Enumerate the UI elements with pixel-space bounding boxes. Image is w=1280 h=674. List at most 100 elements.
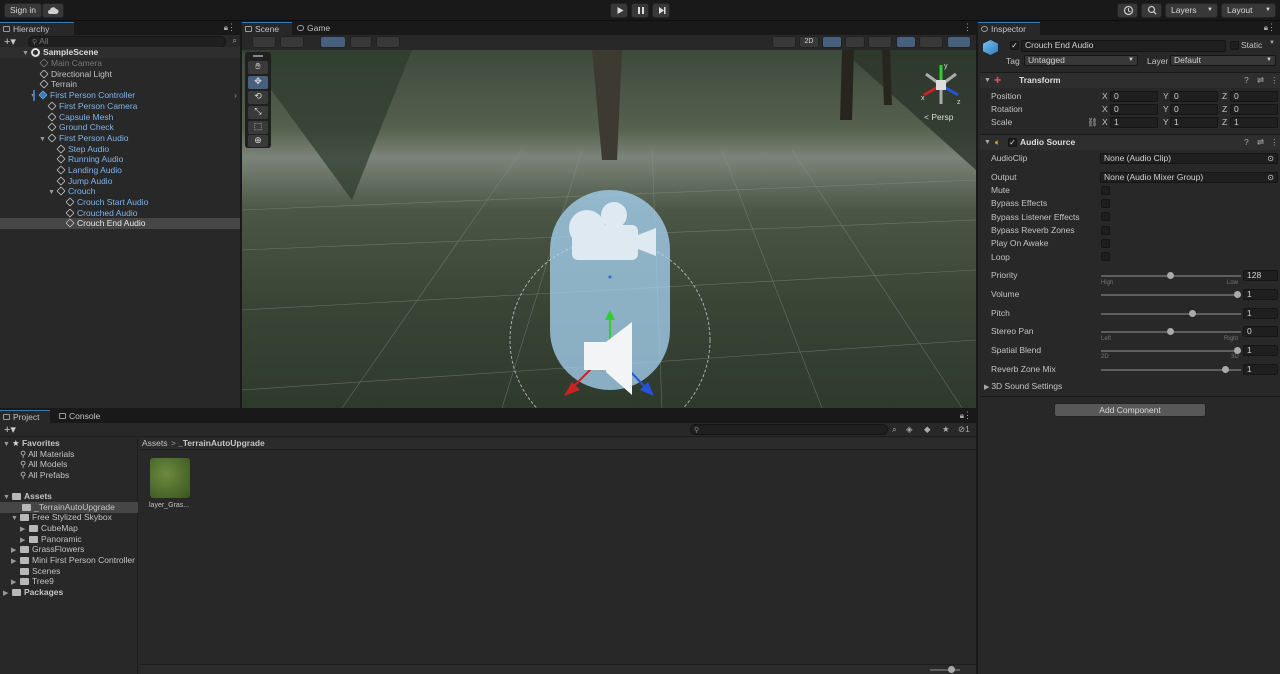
scale-y-input[interactable]: 1 — [1170, 117, 1218, 128]
hierarchy-item-first-person-audio[interactable]: ▼ First Person Audio — [39, 133, 128, 144]
increment-snap-icon[interactable] — [376, 36, 400, 48]
tab-scene[interactable]: Scene — [242, 22, 292, 35]
breadcrumb-current[interactable]: _TerrainAutoUpgrade — [178, 438, 265, 449]
label-icon[interactable]: ◆ — [924, 424, 931, 435]
step-button[interactable] — [652, 3, 670, 18]
hierarchy-item-terrain[interactable]: Terrain — [39, 79, 77, 90]
folder-tree9[interactable]: ▶ Tree9 — [11, 576, 54, 587]
tool-handle-icon[interactable] — [252, 36, 276, 48]
hierarchy-item-crouch[interactable]: ▼ Crouch — [48, 186, 95, 197]
favorite-all-models[interactable]: ⚲ All Models — [20, 459, 67, 470]
sign-in-button[interactable]: Sign in — [4, 3, 42, 18]
orientation-gizmo-icon[interactable]: x y z — [916, 60, 966, 110]
cloud-icon[interactable] — [42, 3, 64, 18]
scene-viewport[interactable]: ✋︎ ✥ ⟲ ⤡ ⬚ ⊕ x y z < Persp — [242, 50, 976, 408]
filter-type-icon[interactable]: ◈ — [906, 424, 913, 435]
loop-checkbox[interactable] — [1101, 252, 1110, 261]
bypass-reverb-zones-checkbox[interactable] — [1101, 226, 1110, 235]
breadcrumb-assets[interactable]: Assets — [142, 438, 168, 449]
grid-icon[interactable] — [320, 36, 346, 48]
folder-mini-first-person-controller[interactable]: ▶ Mini First Person Controller — [11, 555, 135, 566]
visibility-icon[interactable] — [896, 36, 916, 48]
add-icon[interactable]: +▾ — [4, 423, 16, 436]
tag-dropdown[interactable]: Untagged ▼ — [1024, 55, 1138, 66]
rotation-x-input[interactable]: 0 — [1110, 104, 1158, 115]
tab-hierarchy[interactable]: Hierarchy — [0, 22, 74, 35]
packages-folder[interactable]: ▶ Packages — [3, 587, 63, 598]
asset-label[interactable]: layer_Gras... — [149, 500, 189, 511]
output-field[interactable]: None (Audio Mixer Group) ⊙ — [1100, 172, 1278, 183]
rotate-tool-icon[interactable]: ⟲ — [248, 91, 268, 104]
folder-grassflowers[interactable]: ▶ GrassFlowers — [11, 544, 84, 555]
position-y-input[interactable]: 0 — [1170, 91, 1218, 102]
spatial-blend-knob[interactable] — [1234, 347, 1241, 354]
reverb-zone-mix-input[interactable]: 1 — [1243, 364, 1278, 375]
position-x-input[interactable]: 0 — [1110, 91, 1158, 102]
asset-thumbnail-terrain-layer[interactable] — [150, 458, 190, 498]
reverb-zone-mix-knob[interactable] — [1222, 366, 1229, 373]
bypass-listener-effects-checkbox[interactable] — [1101, 212, 1110, 221]
rotation-y-input[interactable]: 0 — [1170, 104, 1218, 115]
transform-header[interactable]: ▼ ✚ Transform ? ⇌ ⋮ — [980, 72, 1280, 88]
scale-x-input[interactable]: 1 — [1110, 117, 1158, 128]
search-icon[interactable] — [1141, 3, 1162, 18]
effects-icon[interactable] — [868, 36, 892, 48]
2d-toggle-button[interactable]: 2D — [799, 36, 819, 48]
mute-checkbox[interactable] — [1101, 186, 1110, 195]
camera-settings-icon[interactable] — [919, 36, 943, 48]
rotation-z-input[interactable]: 0 — [1230, 104, 1278, 115]
layer-dropdown[interactable]: Default ▼ — [1170, 55, 1276, 66]
hierarchy-item-landing-audio[interactable]: Landing Audio — [56, 165, 122, 176]
scale-z-input[interactable]: 1 — [1230, 117, 1278, 128]
history-icon[interactable] — [1117, 3, 1138, 18]
audio-source-header[interactable]: ▼ 🔈︎ ✓ Audio Source ? ⇌ ⋮ — [980, 134, 1280, 150]
constrain-proportions-icon[interactable]: ⛓︎ — [1087, 117, 1098, 128]
pause-button[interactable] — [631, 3, 649, 18]
pitch-knob[interactable] — [1189, 310, 1196, 317]
layout-dropdown[interactable]: Layout ▼ — [1221, 3, 1276, 18]
spatial-blend-input[interactable]: 1 — [1243, 345, 1278, 356]
icon-size-slider[interactable] — [930, 669, 960, 671]
stereo-pan-knob[interactable] — [1167, 328, 1174, 335]
favorites-header[interactable]: ▼ ★ Favorites — [3, 438, 60, 449]
pitch-slider[interactable] — [1101, 313, 1241, 315]
hierarchy-item-crouch-end-audio[interactable]: Crouch End Audio — [0, 218, 240, 229]
move-tool-icon[interactable]: ✥ — [248, 76, 268, 89]
more-icon[interactable]: ⋮ — [963, 410, 972, 421]
folder-cubemap[interactable]: ▶ CubeMap — [20, 523, 78, 534]
shading-mode-icon[interactable] — [772, 36, 796, 48]
layers-dropdown[interactable]: Layers ▼ — [1165, 3, 1218, 18]
search-by-type-icon[interactable]: ⌕ — [892, 424, 897, 435]
tab-inspector[interactable]: Inspector — [978, 22, 1040, 35]
lighting-icon[interactable] — [822, 36, 842, 48]
add-component-button[interactable]: Add Component — [1054, 403, 1206, 417]
hand-tool-icon[interactable]: ✋︎ — [248, 61, 268, 74]
static-dropdown-icon[interactable]: ▼ — [1269, 40, 1275, 46]
pitch-input[interactable]: 1 — [1243, 308, 1278, 319]
play-on-awake-checkbox[interactable] — [1101, 239, 1110, 248]
active-checkbox[interactable]: ✓ — [1010, 41, 1019, 50]
favorite-icon[interactable]: ★ — [942, 424, 950, 435]
stereo-pan-input[interactable]: 0 — [1243, 326, 1278, 337]
project-search-input[interactable]: ⚲ — [690, 424, 888, 435]
more-icon[interactable]: ⋮ — [963, 22, 972, 33]
reverb-zone-mix-slider[interactable] — [1101, 369, 1241, 371]
tab-project[interactable]: Project — [0, 410, 50, 423]
perspective-label[interactable]: < Persp — [924, 112, 954, 123]
audio-toggle-icon[interactable] — [845, 36, 865, 48]
hierarchy-item-running-audio[interactable]: Running Audio — [56, 154, 123, 165]
rect-tool-icon[interactable]: ⬚ — [248, 121, 268, 134]
folder-free-stylized-skybox[interactable]: ▼ Free Stylized Skybox — [11, 512, 112, 523]
more-icon[interactable]: ⋮ — [1267, 22, 1276, 33]
spatial-blend-slider[interactable] — [1101, 350, 1241, 352]
hierarchy-item-first-person-controller[interactable]: ▼First Person Controller› — [30, 90, 240, 101]
favorite-all-prefabs[interactable]: ⚲ All Prefabs — [20, 470, 69, 481]
snap-icon[interactable] — [350, 36, 372, 48]
filter-icon[interactable]: ⌕ — [233, 36, 237, 46]
more-icon[interactable]: ⋮ — [227, 22, 236, 33]
hidden-packages-icon[interactable]: ⊘1 — [958, 424, 970, 435]
position-z-input[interactable]: 0 — [1230, 91, 1278, 102]
volume-slider[interactable] — [1101, 294, 1241, 296]
play-button[interactable] — [610, 3, 628, 18]
tab-console[interactable]: Console — [56, 410, 106, 423]
